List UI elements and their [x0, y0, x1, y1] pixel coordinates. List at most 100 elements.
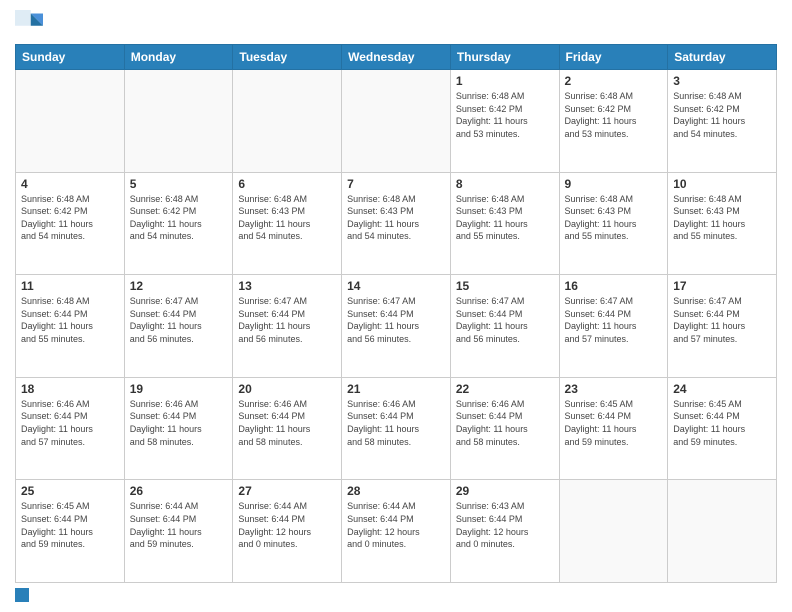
calendar-cell: 15 Sunrise: 6:47 AM Sunset: 6:44 PM Dayli…: [450, 275, 559, 378]
calendar-table: SundayMondayTuesdayWednesdayThursdayFrid…: [15, 44, 777, 583]
calendar-cell: 16 Sunrise: 6:47 AM Sunset: 6:44 PM Dayli…: [559, 275, 668, 378]
day-info: Sunrise: 6:44 AM Sunset: 6:44 PM Dayligh…: [347, 500, 445, 550]
calendar-cell: 17 Sunrise: 6:47 AM Sunset: 6:44 PM Dayli…: [668, 275, 777, 378]
weekday-header: Tuesday: [233, 45, 342, 70]
day-info: Sunrise: 6:47 AM Sunset: 6:44 PM Dayligh…: [238, 295, 336, 345]
weekday-header: Saturday: [668, 45, 777, 70]
calendar-cell: 24 Sunrise: 6:45 AM Sunset: 6:44 PM Dayli…: [668, 377, 777, 480]
calendar-cell: 10Sunrise: 6:48 AM Sunset: 6:43 PM Dayli…: [668, 172, 777, 275]
day-number: 14: [347, 279, 445, 293]
calendar-cell: 8 Sunrise: 6:48 AM Sunset: 6:43 PM Daylig…: [450, 172, 559, 275]
calendar-cell: [559, 480, 668, 583]
day-info: Sunrise: 6:48 AM Sunset: 6:43 PM Dayligh…: [347, 193, 445, 243]
day-info: Sunrise: 6:45 AM Sunset: 6:44 PM Dayligh…: [673, 398, 771, 448]
calendar-week-row: 25Sunrise: 6:45 AM Sunset: 6:44 PM Dayli…: [16, 480, 777, 583]
legend-color-box: [15, 588, 29, 602]
day-info: Sunrise: 6:46 AM Sunset: 6:44 PM Dayligh…: [130, 398, 228, 448]
day-info: Sunrise: 6:45 AM Sunset: 6:44 PM Dayligh…: [21, 500, 119, 550]
header: [15, 10, 777, 38]
calendar-cell: 12Sunrise: 6:47 AM Sunset: 6:44 PM Dayli…: [124, 275, 233, 378]
calendar-cell: 9Sunrise: 6:48 AM Sunset: 6:43 PM Daylig…: [559, 172, 668, 275]
calendar-cell: 5 Sunrise: 6:48 AM Sunset: 6:42 PM Daylig…: [124, 172, 233, 275]
day-number: 8: [456, 177, 554, 191]
calendar-cell: 23 Sunrise: 6:45 AM Sunset: 6:44 PM Dayli…: [559, 377, 668, 480]
day-info: Sunrise: 6:48 AM Sunset: 6:44 PM Dayligh…: [21, 295, 119, 345]
calendar-cell: [342, 70, 451, 173]
logo: [15, 10, 47, 38]
calendar-cell: 28 Sunrise: 6:44 AM Sunset: 6:44 PM Dayli…: [342, 480, 451, 583]
day-number: 4: [21, 177, 119, 191]
calendar-cell: 1 Sunrise: 6:48 AM Sunset: 6:42 PM Daylig…: [450, 70, 559, 173]
day-number: 22: [456, 382, 554, 396]
weekday-header: Monday: [124, 45, 233, 70]
day-info: Sunrise: 6:46 AM Sunset: 6:44 PM Dayligh…: [456, 398, 554, 448]
day-info: Sunrise: 6:46 AM Sunset: 6:44 PM Dayligh…: [238, 398, 336, 448]
calendar-cell: 19Sunrise: 6:46 AM Sunset: 6:44 PM Dayli…: [124, 377, 233, 480]
page: SundayMondayTuesdayWednesdayThursdayFrid…: [0, 0, 792, 612]
calendar-week-row: 4 Sunrise: 6:48 AM Sunset: 6:42 PM Daylig…: [16, 172, 777, 275]
day-info: Sunrise: 6:48 AM Sunset: 6:43 PM Dayligh…: [456, 193, 554, 243]
calendar-cell: [668, 480, 777, 583]
calendar-header-row: SundayMondayTuesdayWednesdayThursdayFrid…: [16, 45, 777, 70]
day-number: 13: [238, 279, 336, 293]
legend: [15, 588, 777, 602]
calendar-cell: [16, 70, 125, 173]
calendar-cell: 4 Sunrise: 6:48 AM Sunset: 6:42 PM Daylig…: [16, 172, 125, 275]
day-number: 26: [130, 484, 228, 498]
day-info: Sunrise: 6:48 AM Sunset: 6:42 PM Dayligh…: [130, 193, 228, 243]
weekday-header: Friday: [559, 45, 668, 70]
calendar-cell: 14 Sunrise: 6:47 AM Sunset: 6:44 PM Dayli…: [342, 275, 451, 378]
day-number: 16: [565, 279, 663, 293]
day-info: Sunrise: 6:48 AM Sunset: 6:42 PM Dayligh…: [565, 90, 663, 140]
calendar-cell: 6Sunrise: 6:48 AM Sunset: 6:43 PM Daylig…: [233, 172, 342, 275]
day-info: Sunrise: 6:44 AM Sunset: 6:44 PM Dayligh…: [238, 500, 336, 550]
day-info: Sunrise: 6:45 AM Sunset: 6:44 PM Dayligh…: [565, 398, 663, 448]
day-number: 17: [673, 279, 771, 293]
day-number: 27: [238, 484, 336, 498]
day-number: 3: [673, 74, 771, 88]
calendar-cell: 3 Sunrise: 6:48 AM Sunset: 6:42 PM Daylig…: [668, 70, 777, 173]
day-info: Sunrise: 6:47 AM Sunset: 6:44 PM Dayligh…: [673, 295, 771, 345]
day-number: 6: [238, 177, 336, 191]
day-number: 5: [130, 177, 228, 191]
day-info: Sunrise: 6:47 AM Sunset: 6:44 PM Dayligh…: [130, 295, 228, 345]
day-number: 1: [456, 74, 554, 88]
day-number: 11: [21, 279, 119, 293]
weekday-header: Thursday: [450, 45, 559, 70]
day-info: Sunrise: 6:48 AM Sunset: 6:43 PM Dayligh…: [673, 193, 771, 243]
weekday-header: Sunday: [16, 45, 125, 70]
calendar-cell: 11 Sunrise: 6:48 AM Sunset: 6:44 PM Dayli…: [16, 275, 125, 378]
weekday-header: Wednesday: [342, 45, 451, 70]
calendar-cell: 22 Sunrise: 6:46 AM Sunset: 6:44 PM Dayli…: [450, 377, 559, 480]
day-number: 29: [456, 484, 554, 498]
calendar-cell: 21 Sunrise: 6:46 AM Sunset: 6:44 PM Dayli…: [342, 377, 451, 480]
day-number: 24: [673, 382, 771, 396]
day-info: Sunrise: 6:46 AM Sunset: 6:44 PM Dayligh…: [347, 398, 445, 448]
day-number: 15: [456, 279, 554, 293]
day-info: Sunrise: 6:48 AM Sunset: 6:42 PM Dayligh…: [456, 90, 554, 140]
day-info: Sunrise: 6:47 AM Sunset: 6:44 PM Dayligh…: [347, 295, 445, 345]
day-number: 20: [238, 382, 336, 396]
calendar-week-row: 1 Sunrise: 6:48 AM Sunset: 6:42 PM Daylig…: [16, 70, 777, 173]
day-number: 18: [21, 382, 119, 396]
calendar-cell: [124, 70, 233, 173]
day-number: 28: [347, 484, 445, 498]
calendar-cell: 20 Sunrise: 6:46 AM Sunset: 6:44 PM Dayli…: [233, 377, 342, 480]
calendar-cell: 13 Sunrise: 6:47 AM Sunset: 6:44 PM Dayli…: [233, 275, 342, 378]
calendar-cell: 18Sunrise: 6:46 AM Sunset: 6:44 PM Dayli…: [16, 377, 125, 480]
day-info: Sunrise: 6:47 AM Sunset: 6:44 PM Dayligh…: [456, 295, 554, 345]
day-info: Sunrise: 6:43 AM Sunset: 6:44 PM Dayligh…: [456, 500, 554, 550]
day-info: Sunrise: 6:47 AM Sunset: 6:44 PM Dayligh…: [565, 295, 663, 345]
day-number: 23: [565, 382, 663, 396]
calendar-cell: 7 Sunrise: 6:48 AM Sunset: 6:43 PM Daylig…: [342, 172, 451, 275]
calendar-week-row: 11 Sunrise: 6:48 AM Sunset: 6:44 PM Dayli…: [16, 275, 777, 378]
day-info: Sunrise: 6:48 AM Sunset: 6:42 PM Dayligh…: [21, 193, 119, 243]
calendar-cell: 27 Sunrise: 6:44 AM Sunset: 6:44 PM Dayli…: [233, 480, 342, 583]
calendar-cell: 25Sunrise: 6:45 AM Sunset: 6:44 PM Dayli…: [16, 480, 125, 583]
calendar-cell: [233, 70, 342, 173]
calendar-cell: 2 Sunrise: 6:48 AM Sunset: 6:42 PM Daylig…: [559, 70, 668, 173]
day-number: 7: [347, 177, 445, 191]
day-info: Sunrise: 6:48 AM Sunset: 6:42 PM Dayligh…: [673, 90, 771, 140]
day-number: 2: [565, 74, 663, 88]
day-number: 21: [347, 382, 445, 396]
